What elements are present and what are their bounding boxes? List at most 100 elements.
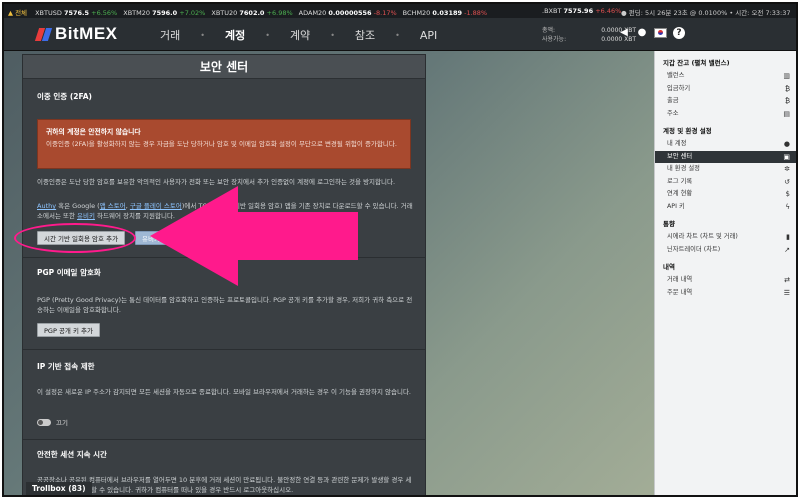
sidebar-item-label: 시에라 차트 (차트 및 거래): [667, 233, 738, 240]
sidebar-item-label: 입금하기: [667, 84, 691, 92]
ticker-symbol: XBTU20: [211, 9, 238, 17]
ip-description: 이 설정은 새로운 IP 주소가 감지되면 모든 세션을 자동으로 종료합니다.…: [37, 388, 411, 396]
line-chart-icon: ↗: [784, 245, 790, 254]
ticker-symbol: BCHM20: [402, 9, 431, 17]
app-frame: ▲ 전체 XBTUSD 7576.5 +6.56% XBTM20 7596.0 +…: [2, 2, 798, 497]
ticker-item[interactable]: XBTUSD 7576.5 +6.56%: [35, 9, 117, 17]
trollbox-tab[interactable]: Trollbox (83): [26, 482, 92, 495]
add-pgp-key-button[interactable]: PGP 공개 키 추가: [37, 323, 100, 337]
nav-item[interactable]: API: [416, 29, 441, 42]
nav-item[interactable]: 계정: [221, 27, 249, 43]
authy-link[interactable]: Authy: [37, 202, 56, 210]
toggle-label: 끄기: [56, 419, 68, 427]
ticker-change: -1.88%: [464, 9, 488, 17]
bitcoin-icon: ₿: [784, 84, 790, 93]
sidebar-item[interactable]: 거래 내역 ⇄: [655, 274, 796, 287]
nav-item[interactable]: 참조: [351, 27, 379, 43]
user-icon[interactable]: ●: [636, 27, 648, 39]
funding-status: ● 펀딩: 5시 26분 23초 @ 0.0100% • 시간: 오전 7:33…: [621, 7, 791, 17]
pgp-section-title: PGP 이메일 암호화: [37, 268, 101, 277]
ticker-change: +6.56%: [91, 9, 118, 17]
sidebar-item-label: 닌자트레이더 (차트): [667, 245, 721, 253]
announcement-icon[interactable]: ◀: [618, 27, 630, 39]
nav-separator: •: [200, 30, 205, 40]
logo-text: BitMEX: [55, 24, 118, 43]
bank-icon: ▥: [783, 72, 790, 80]
ticker-item[interactable]: ADAM20 0.00000556 -8.17%: [299, 9, 397, 17]
sidebar-item[interactable]: API 키 ϟ: [655, 201, 796, 214]
bitcoin-icon: ₿: [784, 97, 790, 105]
nav-item[interactable]: 거래: [156, 27, 184, 43]
history-icon: ↺: [784, 177, 790, 186]
nav-menu: 거래 • 계정 • 계약 • 참조 • API: [156, 27, 441, 43]
highlight-oval: [14, 223, 136, 253]
sidebar-item[interactable]: 주소 ▤: [655, 108, 796, 121]
sidebar-item[interactable]: 내 계정 ●: [655, 138, 796, 151]
ticker-index[interactable]: .BXBT 7575.96 +6.46%: [542, 7, 621, 15]
ticker-bar: ▲ 전체 XBTUSD 7576.5 +6.56% XBTM20 7596.0 +…: [4, 4, 796, 18]
sidebar-item[interactable]: 로그 기록 ↺: [655, 176, 796, 189]
list-icon: ☰: [783, 288, 790, 297]
top-nav: BitMEX 거래 • 계정 • 계약 • 참조 • API 총액: 0.0000 XBT 사용가…: [4, 18, 796, 51]
bitmex-logo-icon: [36, 26, 52, 42]
available-label: 사용가능:: [542, 36, 567, 43]
nav-item[interactable]: 계약: [286, 27, 314, 43]
ticker-all-toggle[interactable]: ▲ 전체: [8, 9, 27, 17]
sidebar-item[interactable]: 연계 현황 $: [655, 188, 796, 201]
help-icon[interactable]: ?: [673, 27, 685, 39]
sidebar-heading: 내역: [663, 263, 675, 271]
sidebar-item-label: 내 환경 설정: [667, 165, 700, 172]
security-alert: 귀하의 계정은 안전하지 않습니다 이중인증 (2FA)을 활성화하지 않는 경…: [37, 119, 411, 169]
total-label: 총액:: [542, 27, 556, 34]
session-section-title: 안전한 세션 지속 시간: [37, 450, 107, 459]
sidebar-item[interactable]: 밸런스 ▥: [655, 70, 796, 83]
tfa-section-title: 이중 인증 (2FA): [37, 92, 92, 101]
sidebar-heading: 통향: [663, 220, 675, 228]
funding-text: ● 펀딩: 5시 26분 23초 @ 0.0100% • 시간: 오전 7:33…: [621, 9, 791, 17]
sidebar-item[interactable]: 보안 센터 ▣: [655, 150, 796, 163]
sidebar-item[interactable]: 내 환경 설정 ✲: [655, 163, 796, 176]
ticker-item[interactable]: XBTU20 7602.0 +6.98%: [211, 9, 292, 17]
ticker-value: 7596.0: [152, 9, 178, 17]
annotation-arrow: [150, 186, 358, 286]
sidebar-item[interactable]: 닌자트레이더 (차트) ↗: [655, 244, 796, 257]
ticker-list: ▲ 전체 XBTUSD 7576.5 +6.56% XBTM20 7596.0 +…: [8, 7, 493, 17]
nav-separator: •: [395, 30, 400, 40]
index-value: 7575.96: [563, 7, 594, 15]
nav-icons: ◀ ● ?: [618, 27, 685, 39]
sidebar-item-label: 거래 내역: [667, 276, 693, 283]
app-store-link[interactable]: 앱 스토어: [100, 202, 126, 210]
ticker-item[interactable]: XBTM20 7596.0 +7.02%: [123, 9, 205, 17]
sidebar-item-label: 로그 기록: [667, 177, 693, 185]
arrow-shape: [150, 186, 358, 286]
sidebar-item[interactable]: 입금하기 ₿: [655, 83, 796, 96]
sidebar-item-label: 연계 현황: [667, 190, 693, 197]
page-title: 보안 센터: [23, 55, 425, 79]
sidebar-item[interactable]: 주문 내역 ☰: [655, 287, 796, 300]
logo[interactable]: BitMEX: [36, 24, 118, 44]
index-symbol: .BXBT: [542, 7, 562, 15]
ticker-symbol: XBTUSD: [35, 9, 62, 17]
section-divider: [23, 439, 425, 440]
dollar-icon: $: [785, 190, 790, 198]
ticker-item[interactable]: BCHM20 0.03189 -1.88%: [403, 9, 487, 17]
sidebar-item-label: 주소: [667, 109, 679, 117]
user-icon: ●: [783, 140, 790, 148]
ip-section-title: IP 기반 접속 제한: [37, 362, 95, 371]
account-summary: 총액: 0.0000 XBT 사용가능: 0.0000 XBT: [542, 26, 636, 44]
ticker-change: -8.17%: [373, 9, 397, 17]
yubikey-link[interactable]: 유비키: [77, 212, 95, 220]
ticker-value: 7602.0: [239, 9, 265, 17]
sidebar-item-label: 출금: [667, 97, 679, 104]
toggle-switch[interactable]: [37, 418, 51, 426]
alert-body: 이중인증 (2FA)을 활성화하지 않는 경우 자금을 도난 당하거나 암호 및…: [46, 140, 397, 148]
language-flag-icon[interactable]: [654, 28, 667, 38]
sidebar-item-label: 주문 내역: [667, 288, 693, 296]
sidebar-item[interactable]: 시에라 차트 (차트 및 거래) ▮: [655, 231, 796, 244]
document-icon: ▤: [783, 109, 790, 118]
sidebar-heading: 지갑 잔고 (펼쳐 밸런스): [663, 59, 730, 67]
exchange-icon: ⇄: [784, 276, 790, 284]
sidebar-item[interactable]: 출금 ₿: [655, 95, 796, 108]
ticker-change: +7.02%: [179, 9, 206, 17]
ip-lock-toggle[interactable]: 끄기: [37, 417, 68, 427]
